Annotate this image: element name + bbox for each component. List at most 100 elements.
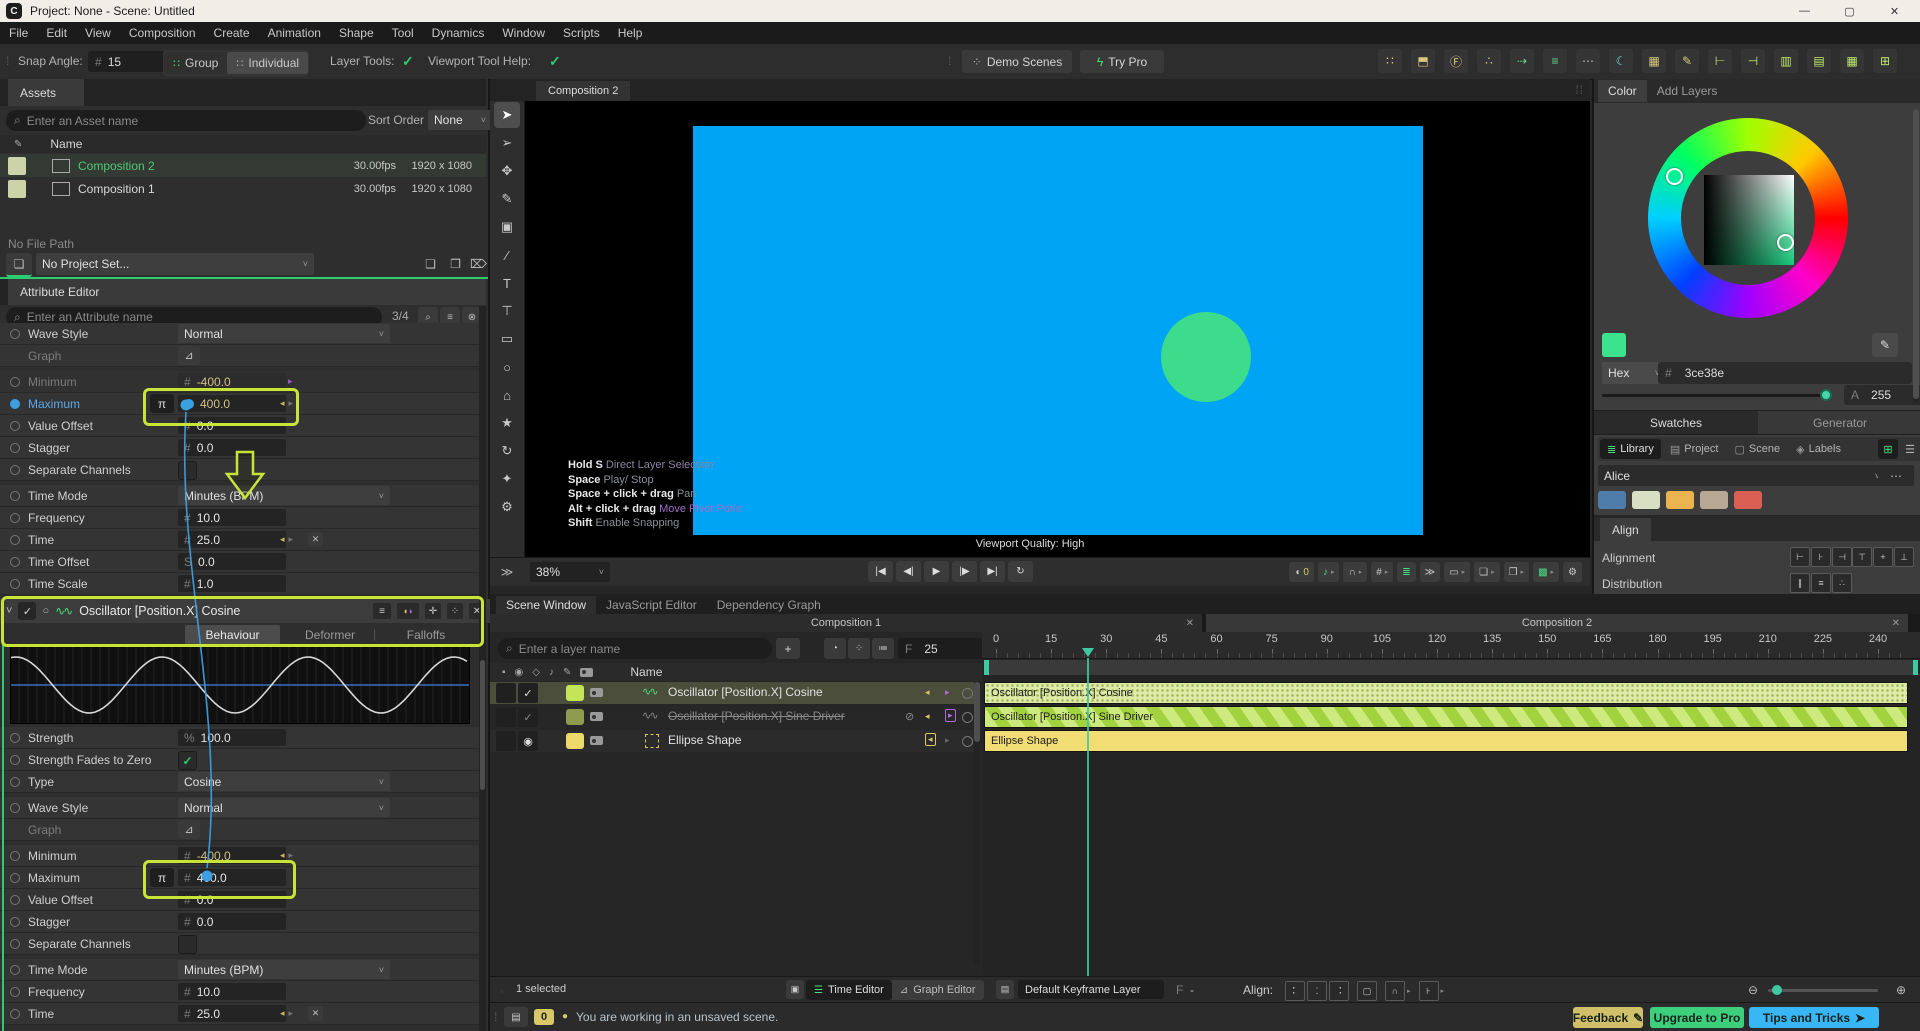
tag-icon[interactable] (590, 736, 603, 745)
attr-radio[interactable] (10, 965, 20, 975)
enable-check-icon[interactable]: ✓ (518, 707, 538, 727)
palette-swatch[interactable] (1666, 491, 1694, 509)
attr-dropdown[interactable]: Normal ˅ (178, 324, 390, 343)
align-v-1[interactable]: + (1873, 547, 1893, 567)
asset-color-swatch[interactable] (8, 179, 26, 198)
keyframe-layer-icon[interactable]: ▤ (996, 980, 1014, 999)
out-marker-icon[interactable]: ▸ (945, 709, 956, 722)
attr-radio[interactable] (10, 579, 20, 589)
tab-color[interactable]: Color (1598, 80, 1647, 102)
hex-mode-dropdown[interactable]: Hex˅ (1602, 362, 1666, 384)
go-to-start-button[interactable]: |◀ (868, 561, 893, 582)
asset-color-swatch[interactable] (8, 156, 26, 175)
keyframe-layer-dropdown[interactable]: Default Keyframe Layer (1018, 980, 1164, 999)
maximize-button[interactable]: ▢ (1827, 0, 1872, 22)
dot-box-icon[interactable]: ▣ (786, 980, 804, 999)
saturation-value-square[interactable] (1704, 175, 1794, 265)
tab-falloffs[interactable]: Falloffs (398, 625, 454, 645)
kf-align-1[interactable]: ⁚ (1307, 981, 1327, 1001)
sort-order-dropdown[interactable]: None ˅ (428, 110, 492, 130)
step-right-icon[interactable]: ▸ (289, 398, 294, 409)
source-tab-project[interactable]: ▤ Project (1663, 439, 1726, 459)
grid-view-button[interactable]: ⊞ (1878, 439, 1898, 459)
camera-tool[interactable]: ▣ (494, 214, 520, 240)
rotate-tool[interactable]: ↻ (494, 438, 520, 464)
timeline-bar[interactable]: Oscillator [Position.X] Sine Driver (984, 706, 1908, 728)
close-button[interactable]: ✕ (1872, 0, 1917, 22)
source-tab-library[interactable]: ≣ Library (1600, 439, 1661, 459)
cube-icon[interactable]: ⬒ (1411, 49, 1435, 73)
pan-tool[interactable]: ✥ (494, 158, 520, 184)
layer-name[interactable]: Oscillator [Position.X] Sine Driver (668, 709, 845, 723)
visibility-eye-icon[interactable]: ◉ (518, 731, 538, 751)
play-button[interactable]: ▶ (924, 561, 949, 582)
next-frame-button[interactable]: |▶ (952, 561, 977, 582)
align-v-0[interactable]: ⊤ (1852, 547, 1872, 567)
tab-attribute-editor[interactable]: Attribute Editor (8, 279, 486, 305)
tab-javascript-editor[interactable]: JavaScript Editor (596, 596, 707, 614)
caret-icon[interactable]: ▸ (1441, 987, 1445, 995)
line-tool[interactable]: ∕ (494, 242, 520, 268)
in-marker-icon[interactable]: ◂ (925, 711, 930, 722)
step-right-icon[interactable]: ▸ (288, 376, 293, 387)
kf-align-0[interactable]: ⠅ (1285, 981, 1305, 1001)
demo-scenes-button[interactable]: ⁘ Demo Scenes (962, 50, 1072, 73)
ellipse-tool[interactable]: ○ (494, 354, 520, 380)
attr-radio[interactable] (10, 1009, 20, 1019)
project-set-dropdown[interactable]: No Project Set... ˅ (36, 253, 314, 275)
attribute-scrollbar[interactable] (479, 306, 486, 1031)
tab-dependency-graph[interactable]: Dependency Graph (707, 596, 831, 614)
graph-button[interactable]: ⊿ (178, 820, 200, 839)
caret-icon[interactable]: ▸ (1491, 568, 1495, 576)
attr-radio[interactable] (10, 939, 20, 949)
enable-check-icon[interactable]: ✓ (518, 683, 538, 703)
layer-color-swatch[interactable] (566, 709, 584, 725)
timeline-bar[interactable]: Oscillator [Position.X] Cosine (984, 682, 1908, 704)
trash-icon[interactable]: ⌦ (468, 254, 489, 274)
menu-window[interactable]: Window (493, 22, 554, 44)
playhead-handle[interactable] (1081, 648, 1094, 657)
in-marker-icon[interactable]: ◂ (925, 687, 930, 698)
attr-radio[interactable] (10, 465, 20, 475)
palette-dropdown[interactable]: Alice˅ (1598, 465, 1886, 486)
align-h-1[interactable]: ⊦ (1811, 547, 1831, 567)
caret-icon[interactable]: ▸ (1521, 568, 1525, 576)
playhead-line[interactable] (1086, 658, 1089, 976)
radio-icon[interactable]: ○ (42, 605, 49, 617)
menu-create[interactable]: Create (205, 22, 259, 44)
scatter-icon[interactable]: ⁘ (848, 638, 870, 659)
layout-icon[interactable]: ⊞ (1873, 49, 1897, 73)
attr-checkbox[interactable] (178, 461, 197, 480)
lock-cell[interactable] (496, 731, 516, 751)
timeline-bar[interactable]: Ellipse Shape (984, 730, 1908, 752)
layer-color-swatch[interactable] (566, 685, 584, 701)
layer-row[interactable]: ◉ Ellipse Shape ◂ ▸ (490, 730, 974, 752)
frame-bounds-button[interactable]: ▭ ▸ (1444, 562, 1471, 582)
individual-mode-button[interactable]: ∷ Individual (227, 52, 309, 74)
composition-background[interactable] (693, 126, 1423, 535)
layer-bounds-button[interactable]: ❏ ▸ (1474, 562, 1500, 582)
columns-icon[interactable]: ▥ (1774, 49, 1798, 73)
scrollbar-thumb[interactable] (480, 660, 485, 790)
attr-radio[interactable] (10, 377, 20, 387)
folder-icon[interactable]: ❏ (420, 254, 441, 274)
work-area-bar[interactable] (984, 660, 1918, 675)
keyframe-grid-icon[interactable]: ▦ (1642, 49, 1666, 73)
step-right-icon[interactable]: ▸ (289, 1008, 294, 1019)
layers-scrollbar[interactable] (974, 682, 980, 964)
caret-icon[interactable]: ▸ (1359, 568, 1363, 576)
attr-field[interactable]: #10.0 (178, 983, 286, 1000)
align-h-2[interactable]: ⊣ (1832, 547, 1852, 567)
grid-icon[interactable]: ▦ (1840, 49, 1864, 73)
in-marker-icon[interactable]: ◂ (925, 733, 936, 746)
viewport-settings-button[interactable]: ⚙ (1563, 562, 1582, 582)
ellipse-shape[interactable] (1161, 312, 1251, 402)
menu-file[interactable]: File (0, 22, 37, 44)
close-icon[interactable]: ✕ (1892, 618, 1900, 629)
distribute-2[interactable]: ∴ (1832, 573, 1852, 593)
attr-radio[interactable] (10, 851, 20, 861)
palette-swatch[interactable] (1734, 491, 1762, 509)
playback-mode-button[interactable]: ≫ (1419, 562, 1441, 582)
attr-field[interactable]: % 100.0 (178, 729, 286, 746)
chevron-down-icon[interactable]: ˅ (6, 605, 12, 617)
